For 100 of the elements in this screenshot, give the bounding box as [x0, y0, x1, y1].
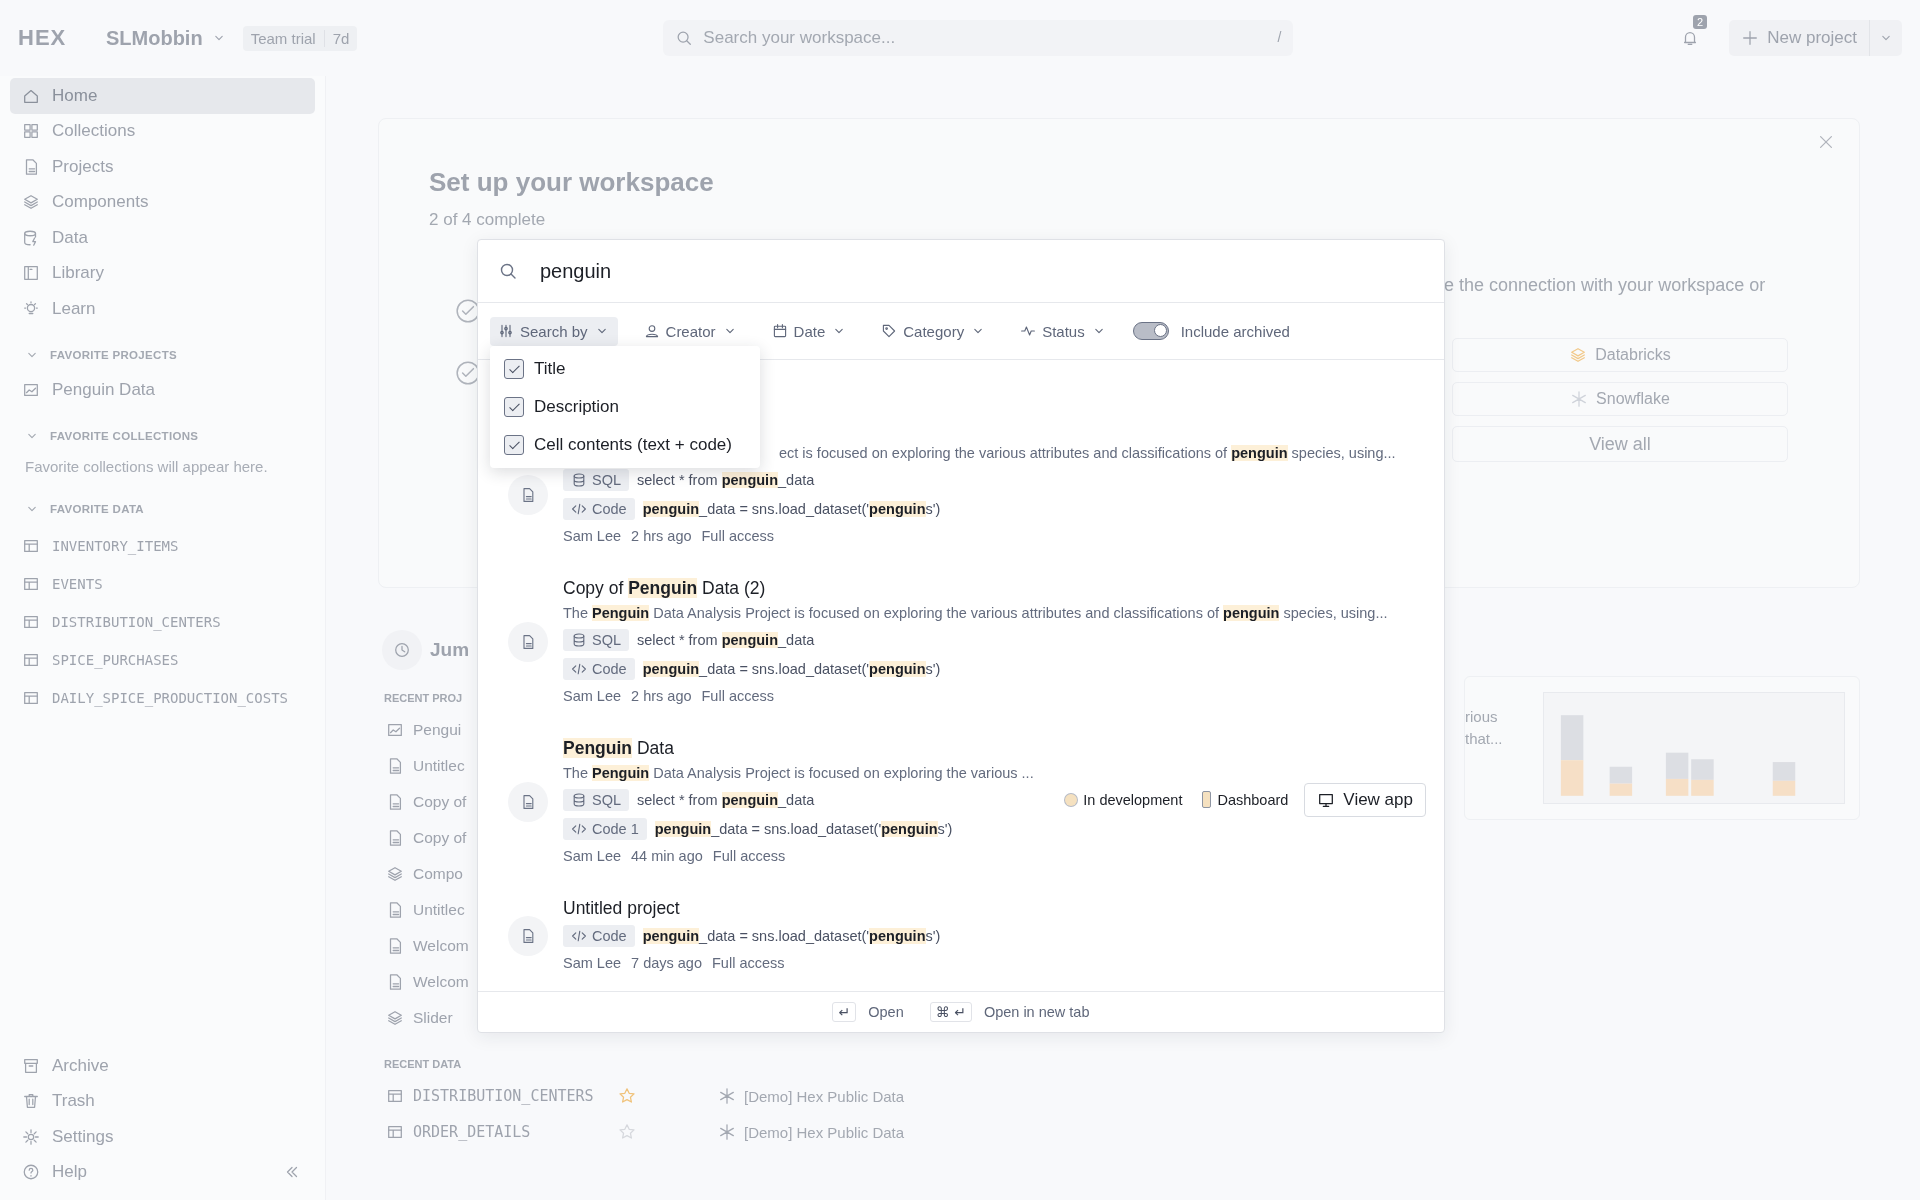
table-icon	[22, 575, 40, 593]
recent-project[interactable]: Untitlec	[382, 892, 465, 928]
timestamp: 44 min ago	[631, 848, 703, 864]
preview-text: rious	[1465, 707, 1499, 727]
snippet-type: Code 1	[592, 820, 639, 837]
recent-project[interactable]: Pengui	[382, 712, 462, 748]
logo[interactable]: HEX	[18, 25, 78, 51]
sidebar-item[interactable]: Components	[10, 184, 315, 220]
section-header[interactable]: FAVORITE COLLECTIONS	[10, 408, 315, 454]
result-description: ect is focused on exploring the various attributes and classifications of penguin species, using...	[779, 444, 1396, 463]
toggle-switch[interactable]	[1132, 322, 1169, 340]
preview-text: that...	[1465, 729, 1504, 749]
snippet-text: select * from penguin_data	[637, 471, 815, 488]
workspace-switcher[interactable]: SLMobbin	[106, 26, 227, 50]
sidebar-item[interactable]: Data	[10, 220, 315, 256]
author: Sam Lee	[563, 848, 622, 864]
timestamp: 2 hrs ago	[631, 528, 692, 544]
recent-project[interactable]: Welcom	[382, 964, 469, 1000]
recent-project[interactable]: Welcom	[382, 928, 469, 964]
snippet-type: Code	[592, 927, 627, 944]
notification-count: 2	[1693, 15, 1708, 29]
filter-button[interactable]: Creator	[635, 316, 746, 346]
timestamp: 7 days ago	[631, 955, 702, 971]
author: Sam Lee	[563, 688, 622, 704]
recent-project[interactable]: Copy of	[382, 784, 467, 820]
database-icon	[571, 791, 587, 808]
option-label[interactable]: Cell contents (text + code)	[534, 435, 732, 455]
checkbox[interactable]	[504, 435, 524, 455]
sidebar-item[interactable]: Home	[10, 78, 315, 114]
option-label[interactable]: Description	[534, 397, 620, 417]
sidebar-item[interactable]: DAILY_SPICE_PRODUCTION_COSTS	[10, 679, 315, 717]
author: Sam Lee	[563, 528, 622, 544]
connector-button[interactable]: Snowflake	[1452, 382, 1788, 416]
connector-button[interactable]: Databricks	[1452, 338, 1788, 372]
result-description: The Penguin Data Analysis Project is focused on exploring the various ...	[563, 764, 1034, 783]
new-project-button[interactable]: New project	[1729, 20, 1869, 56]
plan-name: Team trial	[250, 29, 316, 47]
chart-bar	[1691, 759, 1714, 780]
snippet-type: Code	[592, 500, 627, 517]
recent-project[interactable]: Slider	[382, 1000, 453, 1036]
view-app-button[interactable]: View app	[1304, 782, 1426, 817]
sidebar-item[interactable]: EVENTS	[10, 565, 315, 603]
sidebar-item[interactable]: INVENTORY_ITEMS	[10, 527, 315, 565]
snippet-text: penguin_data = sns.load_dataset('penguins')	[642, 660, 941, 677]
calendar-icon	[771, 323, 788, 339]
trash-icon	[22, 1092, 40, 1111]
snippet-text: select * from penguin_data	[637, 791, 815, 808]
result-title[interactable]: Penguin Data	[563, 735, 674, 761]
close-icon[interactable]	[1817, 133, 1835, 151]
sidebar-item[interactable]: Trash	[10, 1083, 315, 1119]
snippet-text: penguin_data = sns.load_dataset('penguins')	[642, 500, 941, 517]
section-header[interactable]: FAVORITE PROJECTS	[10, 326, 315, 373]
star-icon[interactable]	[618, 1087, 636, 1105]
option-label[interactable]: Title	[534, 359, 566, 379]
recent-project[interactable]: Copy of	[382, 820, 467, 856]
result-description: The Penguin Data Analysis Project is focused on exploring the various attributes and classifications of penguin species, using...	[563, 604, 1388, 623]
recent-table[interactable]: ORDER_DETAILS	[382, 1114, 618, 1150]
recent-project[interactable]: Untitlec	[382, 748, 465, 784]
checkbox[interactable]	[504, 359, 524, 379]
document-icon	[508, 475, 548, 515]
sidebar-item[interactable]: DISTRIBUTION_CENTERS	[10, 603, 315, 641]
sidebar-item[interactable]: Collections	[10, 113, 315, 149]
star-icon[interactable]	[618, 1123, 636, 1141]
recent-table[interactable]: DISTRIBUTION_CENTERS	[382, 1078, 618, 1114]
sidebar-item[interactable]: Help	[10, 1154, 283, 1190]
snippet-type: SQL	[592, 791, 621, 808]
sidebar-item[interactable]: Penguin Data	[10, 372, 315, 408]
chart-bar	[1609, 766, 1633, 784]
result-title[interactable]: Copy of Penguin Data (2)	[563, 575, 766, 601]
sidebar-item[interactable]: SPICE_PURCHASES	[10, 641, 315, 679]
card-title: Set up your workspace	[429, 167, 715, 198]
chart-bar	[1772, 762, 1796, 781]
sidebar-item[interactable]: Archive	[10, 1048, 315, 1084]
filter-button[interactable]: Search by	[490, 316, 618, 346]
result-title[interactable]: Untitled project	[563, 895, 680, 921]
snowflake-icon	[718, 1087, 736, 1105]
filter-button[interactable]: Status	[1012, 316, 1115, 346]
sidebar-item[interactable]: Settings	[10, 1119, 315, 1155]
database-icon	[571, 631, 587, 648]
snippet-type: SQL	[592, 631, 621, 648]
archive-icon	[22, 1056, 40, 1075]
document-icon	[508, 782, 548, 822]
section-header[interactable]: FAVORITE DATA	[10, 481, 315, 527]
layers-icon	[386, 1009, 404, 1027]
status-label: In development	[1083, 791, 1183, 808]
search-icon	[498, 261, 518, 281]
sidebar-item[interactable]: Library	[10, 255, 315, 291]
trial-days: 7d	[323, 29, 350, 47]
search-icon	[675, 29, 694, 47]
recent-project[interactable]: Compo	[382, 856, 463, 892]
filter-button[interactable]: Date	[763, 316, 856, 346]
timestamp: 2 hrs ago	[631, 688, 692, 704]
filter-button[interactable]: Category	[873, 316, 995, 346]
connector-button[interactable]: View all	[1452, 426, 1788, 462]
tag-icon	[881, 323, 898, 339]
section-label: RECENT PROJ	[384, 692, 463, 704]
layers-icon	[22, 193, 40, 212]
checkbox[interactable]	[504, 397, 524, 417]
sidebar-item[interactable]: Projects	[10, 149, 315, 185]
sidebar-item[interactable]: Learn	[10, 291, 315, 327]
